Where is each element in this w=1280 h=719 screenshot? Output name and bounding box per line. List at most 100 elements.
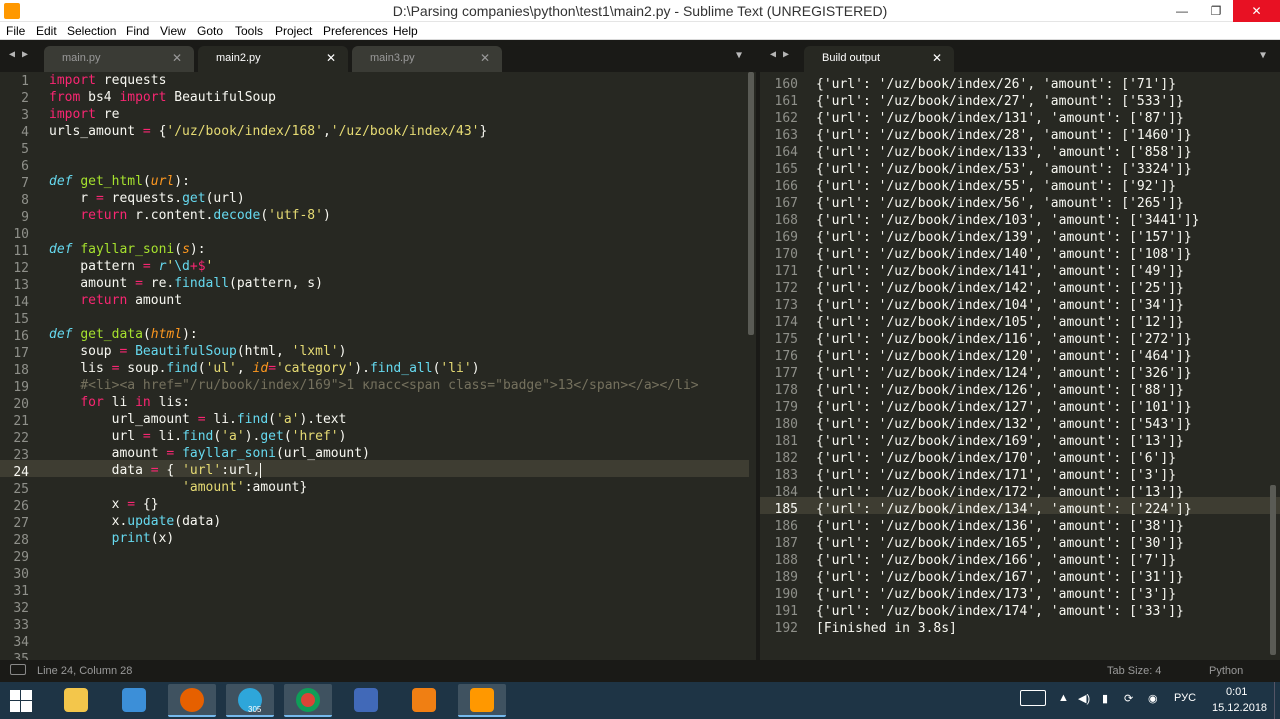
menu-view[interactable]: View [160,24,186,38]
code-line: lis = soup.find('ul', id='category').fin… [49,361,480,376]
output-line: {'url': '/uz/book/index/134', 'amount': … [816,502,1192,517]
menu-goto[interactable]: Goto [197,24,223,38]
output-line-number: 179 [774,400,798,415]
code-line: urls_amount = {'/uz/book/index/168','/uz… [49,124,488,139]
line-number: 4 [21,125,29,140]
output-line: {'url': '/uz/book/index/133', 'amount': … [816,145,1192,160]
tab-build-output[interactable]: Build output ✕ [804,46,954,72]
tab-bar: ◀ ▶ main.py ✕ main2.py ✕ main3.py ✕ ▼ ◀ … [0,40,1280,72]
output-line: {'url': '/uz/book/index/166', 'amount': … [816,553,1177,568]
line-number: 16 [13,329,29,344]
tab-main-py[interactable]: main.py ✕ [44,46,194,72]
line-number: 18 [13,363,29,378]
output-line-number: 167 [774,196,798,211]
line-number: 30 [13,567,29,582]
tab-left-arrow-icon[interactable]: ◀ [9,49,15,60]
menu-find[interactable]: Find [126,24,149,38]
code-line: url_amount = li.find('a').text [49,412,347,427]
output-line-number: 161 [774,94,798,109]
code-line: import re [49,107,120,122]
minimize-button[interactable]: — [1165,0,1199,22]
tab-main3-py[interactable]: main3.py ✕ [352,46,502,72]
build-output-panel[interactable]: 160 {'url': '/uz/book/index/26', 'amount'… [760,72,1280,660]
line-number: 10 [13,227,29,242]
line-number: 25 [13,482,29,497]
line-number: 2 [21,91,29,106]
output-line: {'url': '/uz/book/index/172', 'amount': … [816,485,1184,500]
telegram-icon[interactable]: 305 [226,684,274,717]
line-number: 13 [13,278,29,293]
output-line-number: 168 [774,213,798,228]
output-line: {'url': '/uz/book/index/140', 'amount': … [816,247,1192,262]
output-scrollbar[interactable] [1270,485,1276,655]
output-left-arrow-icon[interactable]: ◀ [770,49,776,60]
output-line-number: 191 [774,604,798,619]
line-number: 29 [13,550,29,565]
line-number: 6 [21,159,29,174]
output-line-number: 175 [774,332,798,347]
sublime-icon[interactable] [458,684,506,717]
status-bar: Line 24, Column 28 Tab Size: 4 Python [0,660,1280,682]
output-dropdown-icon[interactable]: ▼ [1260,50,1266,61]
code-line: x = {} [49,497,159,512]
menu-tools[interactable]: Tools [235,24,263,38]
output-line-number: 170 [774,247,798,262]
code-line: soup = BeautifulSoup(html, 'lxml') [49,344,347,359]
notification-icon[interactable]: ◉ [1148,692,1158,705]
code-editor[interactable]: 1 2 3 4 5 6 7 8 9 10 11 12 13 14 15 16 17 18 19 20 21 22 23 24 2… [0,72,749,660]
tab-right-arrow-icon[interactable]: ▶ [22,49,28,60]
volume-icon[interactable]: ◀) [1078,692,1090,705]
tab-main2-py[interactable]: main2.py ✕ [198,46,348,72]
output-line-number: 188 [774,553,798,568]
output-line: {'url': '/uz/book/index/127', 'amount': … [816,400,1192,415]
clock-date[interactable]: 15.12.2018 [1212,702,1267,714]
output-line: {'url': '/uz/book/index/53', 'amount': [… [816,162,1192,177]
editor-scrollbar[interactable] [748,72,754,335]
output-right-arrow-icon[interactable]: ▶ [783,49,789,60]
firefox-icon[interactable] [168,684,216,717]
close-button[interactable]: ✕ [1233,0,1280,22]
tab-size[interactable]: Tab Size: 4 [1107,665,1161,677]
sync-icon[interactable]: ⟳ [1124,692,1133,705]
tab-dropdown-icon[interactable]: ▼ [736,50,742,61]
line-number: 24 [13,465,29,480]
line-number: 8 [21,193,29,208]
control-panel-icon[interactable] [110,684,158,717]
code-line: data = { 'url':url, [49,462,270,479]
network-icon[interactable]: ▮ [1102,692,1108,705]
menu-project[interactable]: Project [275,24,312,38]
output-line: {'url': '/uz/book/index/56', 'amount': [… [816,196,1184,211]
menu-file[interactable]: File [6,24,25,38]
menu-edit[interactable]: Edit [36,24,57,38]
clock-time[interactable]: 0:01 [1226,686,1247,698]
language-indicator[interactable]: РУС [1174,692,1196,704]
keyboard-icon[interactable] [1020,690,1046,706]
menu-help[interactable]: Help [393,24,418,38]
menu-bar: File Edit Selection Find View Goto Tools… [0,22,1280,40]
save-icon[interactable] [342,684,390,717]
output-line: {'url': '/uz/book/index/169', 'amount': … [816,434,1184,449]
show-hidden-icons-icon[interactable]: ▲ [1058,692,1069,704]
explorer-icon[interactable] [52,684,100,717]
output-line-number: 186 [774,519,798,534]
tab-close-icon[interactable]: ✕ [932,51,942,65]
tab-close-icon[interactable]: ✕ [480,51,490,65]
code-line: amount = fayllar_soni(url_amount) [49,446,370,461]
output-line-number: 174 [774,315,798,330]
line-number: 21 [13,414,29,429]
code-line: #<li><a href="/ru/book/index/169">1 клас… [80,378,699,393]
output-line: {'url': '/uz/book/index/132', 'amount': … [816,417,1192,432]
show-desktop-button[interactable] [1274,682,1280,719]
output-line: {'url': '/uz/book/index/27', 'amount': [… [816,94,1184,109]
console-toggle-icon[interactable] [10,664,26,675]
menu-selection[interactable]: Selection [67,24,116,38]
windows-start-icon[interactable] [10,690,32,712]
code-line: def fayllar_soni(s): [49,242,206,257]
menu-preferences[interactable]: Preferences [323,24,388,38]
chrome-icon[interactable] [284,684,332,717]
pdf-icon[interactable] [400,684,448,717]
maximize-button[interactable]: ❐ [1199,0,1233,22]
tab-close-icon[interactable]: ✕ [326,51,336,65]
tab-close-icon[interactable]: ✕ [172,51,182,65]
syntax-selector[interactable]: Python [1209,665,1243,677]
